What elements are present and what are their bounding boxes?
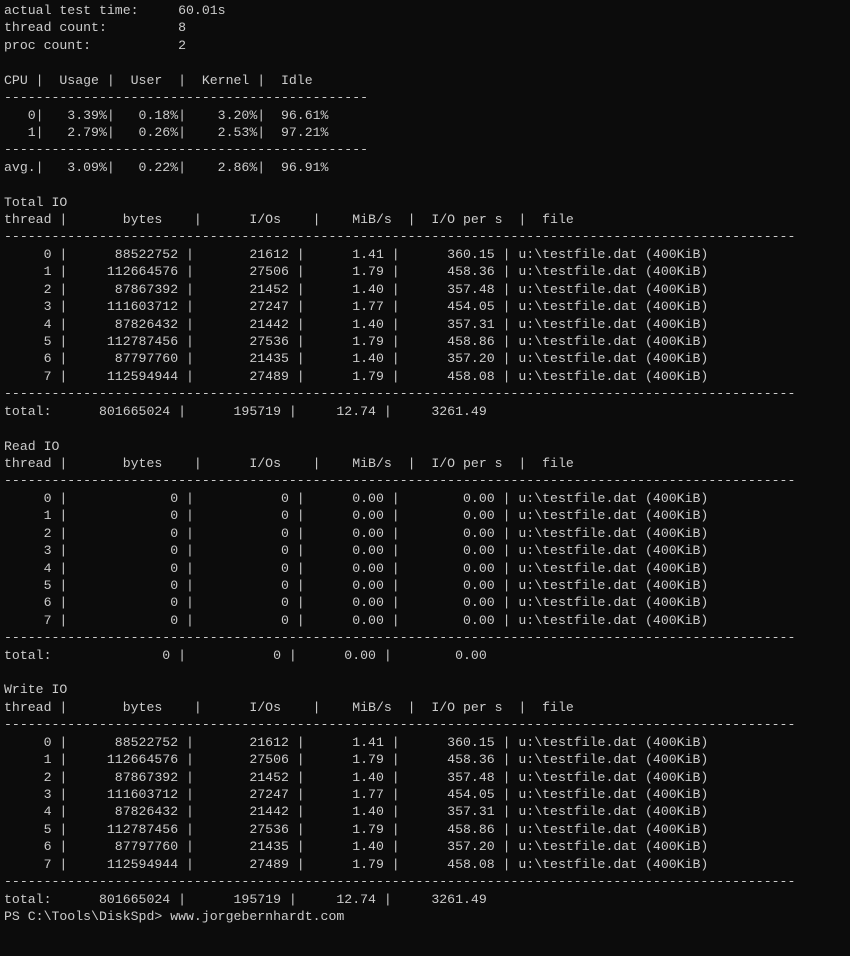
terminal-window[interactable]: actual test time: 60.01s thread count: 8… [0,0,850,927]
terminal-output: actual test time: 60.01s thread count: 8… [0,0,850,927]
